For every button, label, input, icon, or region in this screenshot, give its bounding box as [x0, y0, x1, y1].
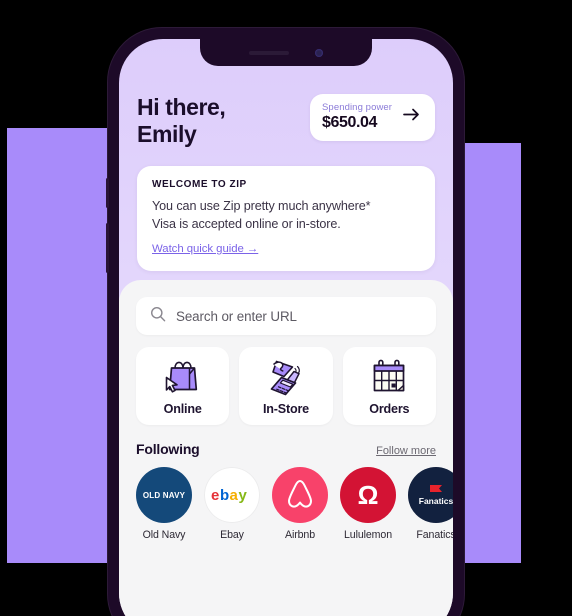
welcome-card: WELCOME TO ZIP You can use Zip pretty mu…: [137, 166, 435, 271]
old-navy-logo-text: OLD NAVY: [142, 490, 186, 500]
brand-name-airbnb: Airbnb: [284, 529, 316, 541]
followed-brands-list: OLD NAVY Old Navy e b a y Ebay Airbnb Ω …: [136, 467, 453, 541]
watch-quick-guide-link[interactable]: Watch quick guide →: [152, 243, 258, 255]
background-block-right: [465, 143, 521, 563]
brand-logo-fanatics: Fanatics: [408, 467, 453, 523]
welcome-body-line-2: Visa is accepted online or in-store.: [152, 216, 341, 231]
brand-name-old-navy: Old Navy: [142, 529, 186, 541]
phone-notch: [200, 39, 372, 66]
tile-online[interactable]: Online: [136, 347, 230, 425]
tile-in-store-label: In-Store: [263, 401, 309, 416]
search-bar[interactable]: Search or enter URL: [136, 297, 436, 335]
brand-logo-airbnb: [272, 467, 328, 523]
following-section: Following Follow more OLD NAVY Old Navy: [119, 441, 453, 541]
spending-power-label: Spending power: [322, 102, 393, 113]
app-header: Hi there, Emily Spending power $650.04: [119, 66, 453, 147]
brand-ebay[interactable]: e b a y Ebay: [204, 467, 260, 541]
speaker-grille-icon: [249, 50, 289, 55]
brand-lululemon[interactable]: Ω Lululemon: [340, 467, 396, 541]
screenshot-stage: Hi there, Emily Spending power $650.04 W…: [0, 0, 572, 616]
welcome-body-line-1: You can use Zip pretty much anywhere*: [152, 199, 371, 213]
brand-old-navy[interactable]: OLD NAVY Old Navy: [136, 467, 192, 541]
brand-logo-old-navy: OLD NAVY: [136, 467, 192, 523]
greeting-line-2: Emily: [137, 120, 197, 147]
lululemon-omega-icon: Ω: [357, 480, 379, 510]
following-header: Following Follow more: [136, 441, 436, 457]
spending-power-card[interactable]: Spending power $650.04: [310, 94, 435, 141]
tile-in-store[interactable]: In-Store: [239, 347, 333, 425]
phone-screen: Hi there, Emily Spending power $650.04 W…: [119, 39, 453, 616]
front-camera-icon: [315, 48, 323, 57]
greeting-text: Hi there, Emily: [137, 94, 226, 147]
shopping-bag-cursor-icon: [160, 357, 206, 399]
tile-orders-label: Orders: [369, 401, 410, 416]
svg-text:y: y: [239, 487, 248, 504]
fanatics-flag-icon: [430, 485, 442, 492]
follow-more-link[interactable]: Follow more: [376, 445, 436, 457]
spending-power-text: Spending power $650.04: [322, 102, 392, 132]
calendar-icon: [366, 357, 412, 399]
greeting-line-1: Hi there,: [137, 94, 226, 120]
svg-text:e: e: [211, 487, 219, 504]
brand-name-ebay: Ebay: [220, 529, 244, 541]
fanatics-logo-text: Fanatics: [418, 496, 453, 506]
card-terminal-icon: [263, 357, 309, 399]
arrow-right-icon: [403, 108, 420, 126]
brand-fanatics[interactable]: Fanatics Fanatics: [408, 467, 453, 541]
airbnb-belo-icon: [288, 480, 312, 508]
brand-name-lululemon: Lululemon: [344, 529, 392, 541]
welcome-card-body: You can use Zip pretty much anywhere* Vi…: [152, 198, 420, 234]
spending-power-amount: $650.04: [322, 114, 378, 131]
search-input-placeholder: Search or enter URL: [176, 308, 297, 324]
brand-logo-ebay: e b a y: [204, 467, 260, 523]
phone-device-frame: Hi there, Emily Spending power $650.04 W…: [106, 28, 464, 616]
svg-text:a: a: [230, 487, 239, 504]
brand-logo-lululemon: Ω: [340, 467, 396, 523]
following-title: Following: [136, 441, 200, 457]
tile-orders[interactable]: Orders: [342, 347, 436, 425]
search-icon: [150, 306, 166, 327]
content-sheet: Search or enter URL Online In-Store Orde…: [119, 280, 453, 616]
welcome-card-title: WELCOME TO ZIP: [152, 179, 247, 190]
svg-text:b: b: [220, 487, 229, 504]
tile-online-label: Online: [163, 401, 202, 416]
ebay-logo-icon: e b a y: [211, 487, 248, 504]
brand-airbnb[interactable]: Airbnb: [272, 467, 328, 541]
brand-name-fanatics: Fanatics: [416, 529, 453, 541]
quick-action-tiles: Online In-Store Orders: [136, 347, 436, 425]
